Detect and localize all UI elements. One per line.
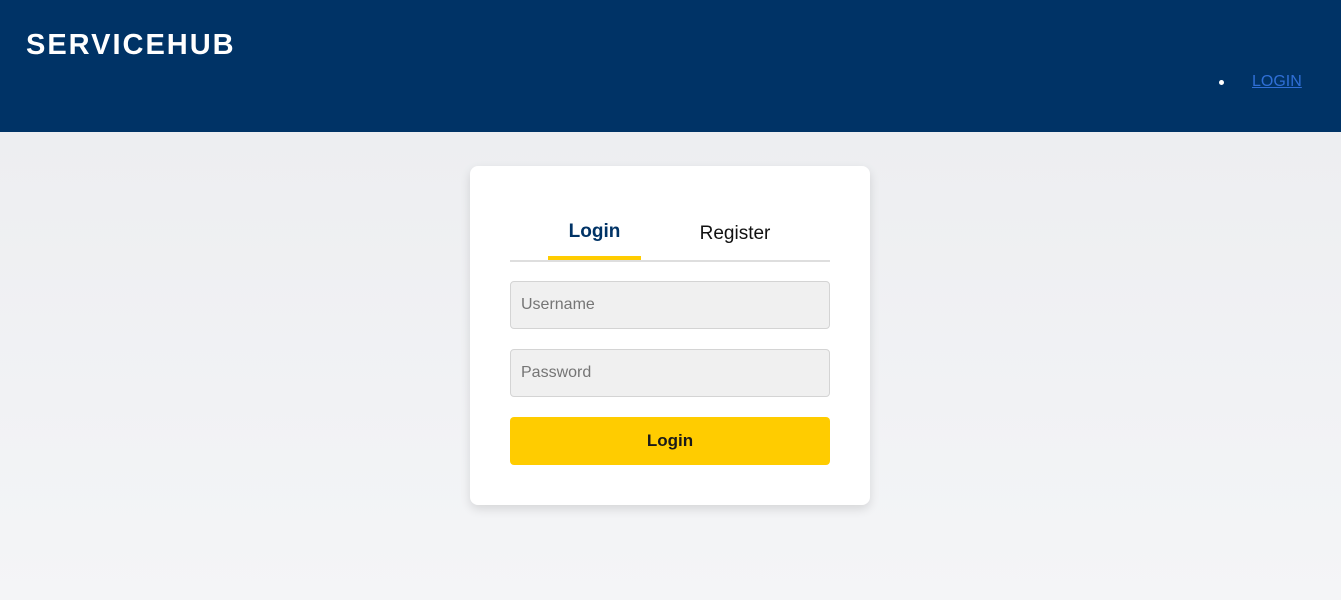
nav-item-login: LOGIN xyxy=(1219,72,1302,92)
username-input[interactable] xyxy=(510,281,830,329)
login-button[interactable]: Login xyxy=(510,417,830,465)
nav-list: LOGIN xyxy=(1219,72,1302,92)
top-header: SERVICEHUB LOGIN xyxy=(0,0,1341,132)
bullet-icon xyxy=(1219,79,1224,85)
brand-logo[interactable]: SERVICEHUB xyxy=(26,28,236,62)
auth-card: Login Register Login xyxy=(470,166,870,505)
auth-tabs: Login Register xyxy=(510,206,830,262)
nav-login-link[interactable]: LOGIN xyxy=(1252,72,1302,92)
tab-login[interactable]: Login xyxy=(548,220,641,260)
tab-register[interactable]: Register xyxy=(690,222,780,246)
password-input[interactable] xyxy=(510,349,830,397)
